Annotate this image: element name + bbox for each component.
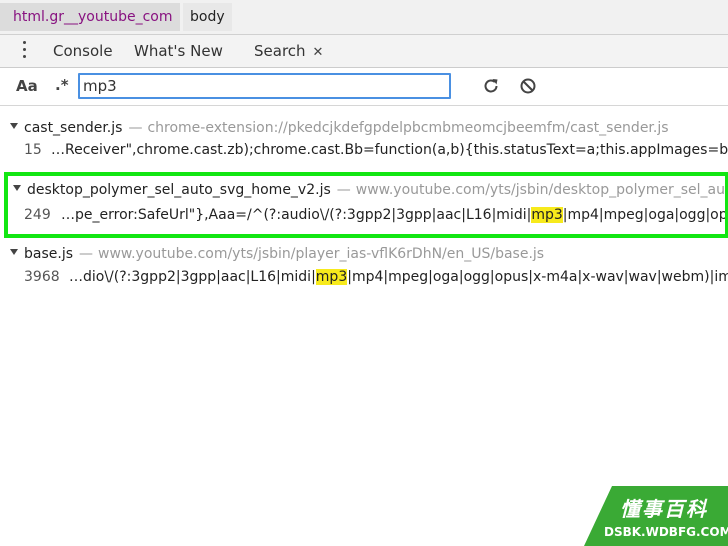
result-file-header[interactable]: base.js — www.youtube.com/yts/jsbin/player…: [10, 245, 544, 263]
result-file-path: www.youtube.com/yts/jsbin/player_ias-vfl…: [98, 246, 545, 262]
match-line-text: …Receiver",chrome.cast.zb);chrome.cast.B…: [51, 142, 728, 158]
result-file-name: cast_sender.js: [24, 120, 123, 136]
tab-search-label: Search: [254, 42, 306, 60]
search-input[interactable]: [78, 73, 451, 99]
match-line-prefix: …dio\/(?:3gpp2|3gpp|aac|L16|midi|: [69, 269, 316, 285]
result-match-line[interactable]: 3968 …dio\/(?:3gpp2|3gpp|aac|L16|midi|mp3…: [24, 267, 728, 287]
watermark-title: 懂事百科: [620, 497, 708, 521]
line-number: 3968: [24, 269, 60, 285]
refresh-icon[interactable]: [482, 77, 500, 95]
breadcrumb-html-node[interactable]: html.gr__youtube_com: [0, 3, 181, 31]
watermark-url: DSBK.WDBFG.COM: [604, 525, 728, 539]
result-file-path: chrome-extension://pkedcjkdefgpdelpbcmbm…: [147, 120, 669, 136]
result-separator: —: [128, 120, 143, 136]
search-result-group: base.js — www.youtube.com/yts/jsbin/player…: [0, 244, 728, 290]
result-separator: —: [79, 246, 94, 262]
tab-console[interactable]: Console: [53, 35, 113, 67]
annotation-highlight-box: [4, 172, 728, 238]
close-tab-icon[interactable]: ✕: [313, 45, 324, 60]
match-case-toggle[interactable]: Aa: [16, 77, 38, 95]
match-highlight: mp3: [315, 269, 348, 285]
search-toolbar: Aa .*: [0, 68, 728, 106]
tab-search[interactable]: Search ✕: [254, 35, 323, 67]
result-match-line[interactable]: 15 …Receiver",chrome.cast.zb);chrome.cast…: [24, 140, 728, 160]
result-file-name: base.js: [24, 246, 74, 262]
search-result-group: cast_sender.js — chrome-extension://pkedcj…: [0, 116, 728, 160]
dom-breadcrumb: html.gr__youtube_com body: [0, 0, 728, 35]
tab-whats-new[interactable]: What's New: [134, 35, 223, 67]
line-number: 15: [24, 142, 42, 158]
result-file-header[interactable]: cast_sender.js — chrome-extension://pkedcj…: [10, 119, 669, 137]
expand-triangle-icon[interactable]: [10, 123, 18, 129]
breadcrumb-body-node[interactable]: body: [183, 3, 232, 31]
clear-search-icon[interactable]: [519, 77, 537, 95]
expand-triangle-icon[interactable]: [10, 249, 18, 255]
regex-toggle[interactable]: .*: [55, 76, 69, 94]
drawer-tab-bar: Console What's New Search ✕: [0, 35, 728, 68]
more-options-icon[interactable]: [21, 41, 27, 61]
match-line-suffix: |mp4|mpeg|oga|ogg|opus|x-m4a|x-wav|wav|w…: [347, 269, 728, 285]
